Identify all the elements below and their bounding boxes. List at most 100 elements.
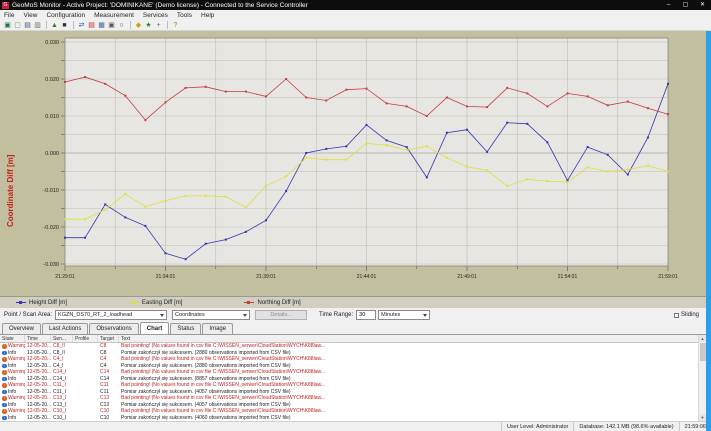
- stop-measurement-icon[interactable]: ■: [60, 21, 69, 30]
- data-point-northing-diff-m: [607, 104, 609, 106]
- sensor-cell: C8_II: [51, 350, 73, 356]
- text-cell: Bad pointing! (No values found in csv fi…: [119, 382, 711, 388]
- warning-icon: !: [2, 370, 7, 375]
- minimize-button[interactable]: –: [660, 0, 677, 10]
- barrier-icon[interactable]: ▤: [87, 21, 96, 30]
- text-cell: Pomiar zakończył się sukcesem. (2880 obs…: [119, 350, 711, 356]
- menu-measurement[interactable]: Measurement: [94, 12, 134, 19]
- coordinate-diff-chart[interactable]: -0.030-0.020-0.0100.0000.0100.0200.03021…: [0, 31, 711, 296]
- details-button[interactable]: Details...: [255, 310, 307, 320]
- menu-file[interactable]: File: [4, 12, 14, 19]
- table-row[interactable]: iInfo12-05-20...C11_IC11Pomiar zakończył…: [0, 389, 711, 396]
- time-cell: 12-05-20...: [25, 389, 51, 395]
- time-cell: 12-05-20...: [25, 382, 51, 388]
- y-tick-label: -0.010: [43, 188, 59, 194]
- data-point-height-diff-m: [486, 151, 488, 153]
- menu-help[interactable]: Help: [201, 12, 214, 19]
- geomos-monitor-window: G GeoMoS Monitor - Active Project: 'DOMI…: [0, 0, 711, 431]
- table-row[interactable]: iInfo12-05-20...C4_IC4Pomiar zakończył s…: [0, 363, 711, 370]
- data-point-height-diff-m: [406, 146, 408, 148]
- monitor-icon[interactable]: ▦: [97, 21, 106, 30]
- chevron-down-icon: [423, 314, 427, 317]
- column-header-time: Time: [25, 335, 51, 342]
- table-row[interactable]: !Warning12-05-20...C11_IC11Bad pointing!…: [0, 382, 711, 389]
- state-label: Info: [8, 402, 16, 408]
- table-row[interactable]: iInfo12-05-20...C8_IIC8Pomiar zakończył …: [0, 350, 711, 357]
- time-unit-select[interactable]: Minutes: [378, 310, 430, 320]
- clock-icon[interactable]: ○: [117, 21, 126, 30]
- tab-image[interactable]: Image: [202, 323, 233, 334]
- data-point-height-diff-m: [567, 179, 569, 181]
- target-cell: C14: [98, 376, 119, 382]
- chevron-down-icon: [243, 314, 247, 317]
- data-point-northing-diff-m: [526, 92, 528, 94]
- sensor-cell: C4_I: [51, 363, 73, 369]
- data-point-northing-diff-m: [185, 87, 187, 89]
- window-icon[interactable]: ▣: [107, 21, 116, 30]
- title-bar: G GeoMoS Monitor - Active Project: 'DOMI…: [0, 0, 711, 10]
- tab-chart[interactable]: Chart: [140, 322, 170, 334]
- menu-view[interactable]: View: [23, 12, 37, 19]
- data-point-height-diff-m: [647, 137, 649, 139]
- tab-last-actions[interactable]: Last Actions: [42, 323, 88, 334]
- report-icon[interactable]: ▥: [33, 21, 42, 30]
- data-point-northing-diff-m: [104, 83, 106, 85]
- chart-icon[interactable]: ◆: [134, 21, 143, 30]
- data-point-northing-diff-m: [84, 76, 86, 78]
- data-point-height-diff-m: [104, 203, 106, 205]
- legend-label: Height Diff [m]: [29, 300, 67, 306]
- data-point-height-diff-m: [325, 148, 327, 150]
- close-button[interactable]: ✕: [694, 0, 711, 10]
- start-measurement-icon[interactable]: ▲: [50, 21, 59, 30]
- table-row[interactable]: iInfo12-05-20...C14_IC14Pomiar zakończył…: [0, 376, 711, 383]
- info-icon: i: [2, 377, 7, 382]
- map-icon[interactable]: ★: [144, 21, 153, 30]
- state-cell: !Warning: [0, 369, 25, 375]
- table-row[interactable]: !Warning12-05-20...C14_IC14Bad pointing!…: [0, 369, 711, 376]
- legend-marker-icon: [244, 302, 254, 303]
- time-cell: 12-05-20...: [25, 369, 51, 375]
- table-row[interactable]: !Warning12-05-20...C8_IIC8Bad pointing! …: [0, 343, 711, 350]
- data-point-easting-diff-m: [567, 181, 569, 183]
- time-cell: 12-05-20...: [25, 395, 51, 401]
- x-tick-label: 21:49:01: [457, 274, 477, 280]
- data-point-height-diff-m: [345, 145, 347, 147]
- print-icon[interactable]: ▤: [23, 21, 32, 30]
- tools-icon[interactable]: +: [154, 21, 163, 30]
- time-range-input[interactable]: [356, 310, 376, 320]
- y-tick-label: -0.020: [43, 225, 59, 231]
- tab-overview[interactable]: Overview: [2, 323, 41, 334]
- state-label: Warning: [8, 382, 25, 388]
- data-point-easting-diff-m: [546, 180, 548, 182]
- point-scan-area-select[interactable]: KGZN_DS70_RT_2_loadhead: [55, 310, 167, 320]
- info-icon: i: [2, 416, 7, 421]
- target-cell: C4: [98, 363, 119, 369]
- copy-icon[interactable]: ▢: [13, 21, 22, 30]
- table-scrollbar[interactable]: ▲ ▼: [698, 335, 706, 421]
- view-type-select[interactable]: Coordinates: [172, 310, 250, 320]
- scroll-up-icon[interactable]: ▲: [699, 335, 706, 342]
- tab-status[interactable]: Status: [170, 323, 201, 334]
- help-icon[interactable]: ?: [171, 21, 180, 30]
- menu-tools[interactable]: Tools: [177, 12, 192, 19]
- menu-configuration[interactable]: Configuration: [46, 12, 85, 19]
- y-tick-label: -0.030: [43, 262, 59, 268]
- text-cell: Pomiar zakończył się sukcesem. (4057 obs…: [119, 402, 711, 408]
- time-cell: 12-05-20...: [25, 415, 51, 421]
- chart-legend: Height Diff [m]Easting Diff [m]Northing …: [0, 296, 711, 308]
- sensor-cell: C8_II: [51, 343, 73, 349]
- data-point-northing-diff-m: [406, 105, 408, 107]
- table-row[interactable]: iInfo12-05-20...C13_IC13Pomiar zakończył…: [0, 402, 711, 409]
- connect-icon[interactable]: ⇄: [77, 21, 86, 30]
- sliding-checkbox[interactable]: [674, 313, 679, 318]
- table-row[interactable]: !Warning12-05-20...C10_IC10Bad pointing!…: [0, 408, 711, 415]
- maximize-button[interactable]: ▢: [677, 0, 694, 10]
- tab-observations[interactable]: Observations: [89, 323, 138, 334]
- legend-item-northing-diff-m: Northing Diff [m]: [244, 300, 300, 306]
- target-cell: C11: [98, 382, 119, 388]
- scroll-down-icon[interactable]: ▼: [699, 414, 706, 421]
- new-project-icon[interactable]: ▣: [3, 21, 12, 30]
- table-row[interactable]: !Warning12-05-20...C13_IC13Bad pointing!…: [0, 395, 711, 402]
- menu-services[interactable]: Services: [143, 12, 168, 19]
- table-row[interactable]: !Warning12-05-20...C4_IC4Bad pointing! (…: [0, 356, 711, 363]
